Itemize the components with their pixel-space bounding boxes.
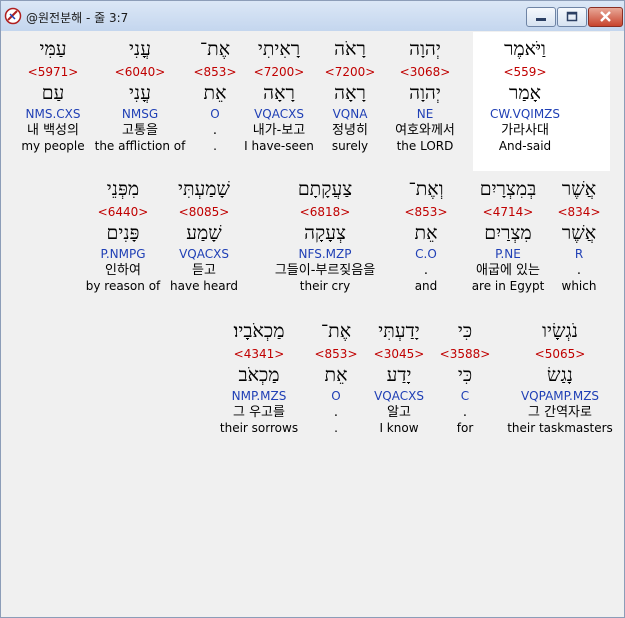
window-title: @원전분해 - 줄 3:7 [26,11,129,25]
korean-gloss: 가라사대 [501,123,549,138]
strong-number: <8085> [178,205,230,219]
english-gloss: have heard [170,279,238,293]
english-gloss: And-said [498,139,552,153]
lexical-form: אֲשֶׁר [561,222,597,244]
maximize-icon [566,11,578,22]
english-gloss: their taskmasters [507,421,613,435]
parsing-code: R [574,247,584,261]
analysis-panel: עַמִּי <5971> עַם NMS.CXS 내 백성의 my people עֳנִ… [8,32,621,615]
lexical-form: נָגַשׂ [547,364,573,386]
lexical-form: שָׁמַע [186,222,222,244]
strong-number: <5065> [534,347,586,361]
parsing-code: VQACXS [179,247,229,261]
korean-gloss: 듣고 [192,263,216,278]
hebrew-word: שָׁמַעְתִּי [177,178,231,200]
lexical-form: אָמַר [509,82,541,104]
word-column[interactable]: וַיֹּאמֶר <559> אָמַר CW.VQIMZS 가라사대 And-said [460,38,590,154]
parsing-code: CW.VQIMZS [489,107,561,121]
strong-number: <559> [503,65,547,79]
app-icon [4,7,22,25]
hebrew-word: נֹגְשָׂיו [542,320,578,342]
hebrew-word: אֲשֶׁר [561,178,597,200]
word-column[interactable]: שָׁמַעְתִּי <8085> שָׁמַע VQACXS 듣고 have hear… [139,178,269,294]
minimize-icon [536,18,546,21]
close-icon [600,11,611,22]
korean-gloss: 그 간역자로 [528,405,592,420]
parsing-code: VQPAMP.MZS [520,389,600,403]
title-bar[interactable]: @원전분해 - 줄 3:7 [1,1,624,31]
minimize-button[interactable] [526,7,556,27]
word-column[interactable]: נֹגְשָׂיו <5065> נָגַשׂ VQPAMP.MZS 그 간역자로 the… [495,320,625,436]
close-button[interactable] [588,7,623,27]
hebrew-word: וַיֹּאמֶר [504,38,546,60]
word-column[interactable]: אֲשֶׁר <834> אֲשֶׁר R. which [514,178,625,294]
maximize-button[interactable] [557,7,587,27]
english-gloss: which [561,279,597,293]
app-window: @원전분해 - 줄 3:7 עַמִּי <5971> עַם NMS.CXS 내 백성… [0,0,625,618]
strong-number: <834> [557,205,601,219]
korean-gloss: . [576,263,582,278]
